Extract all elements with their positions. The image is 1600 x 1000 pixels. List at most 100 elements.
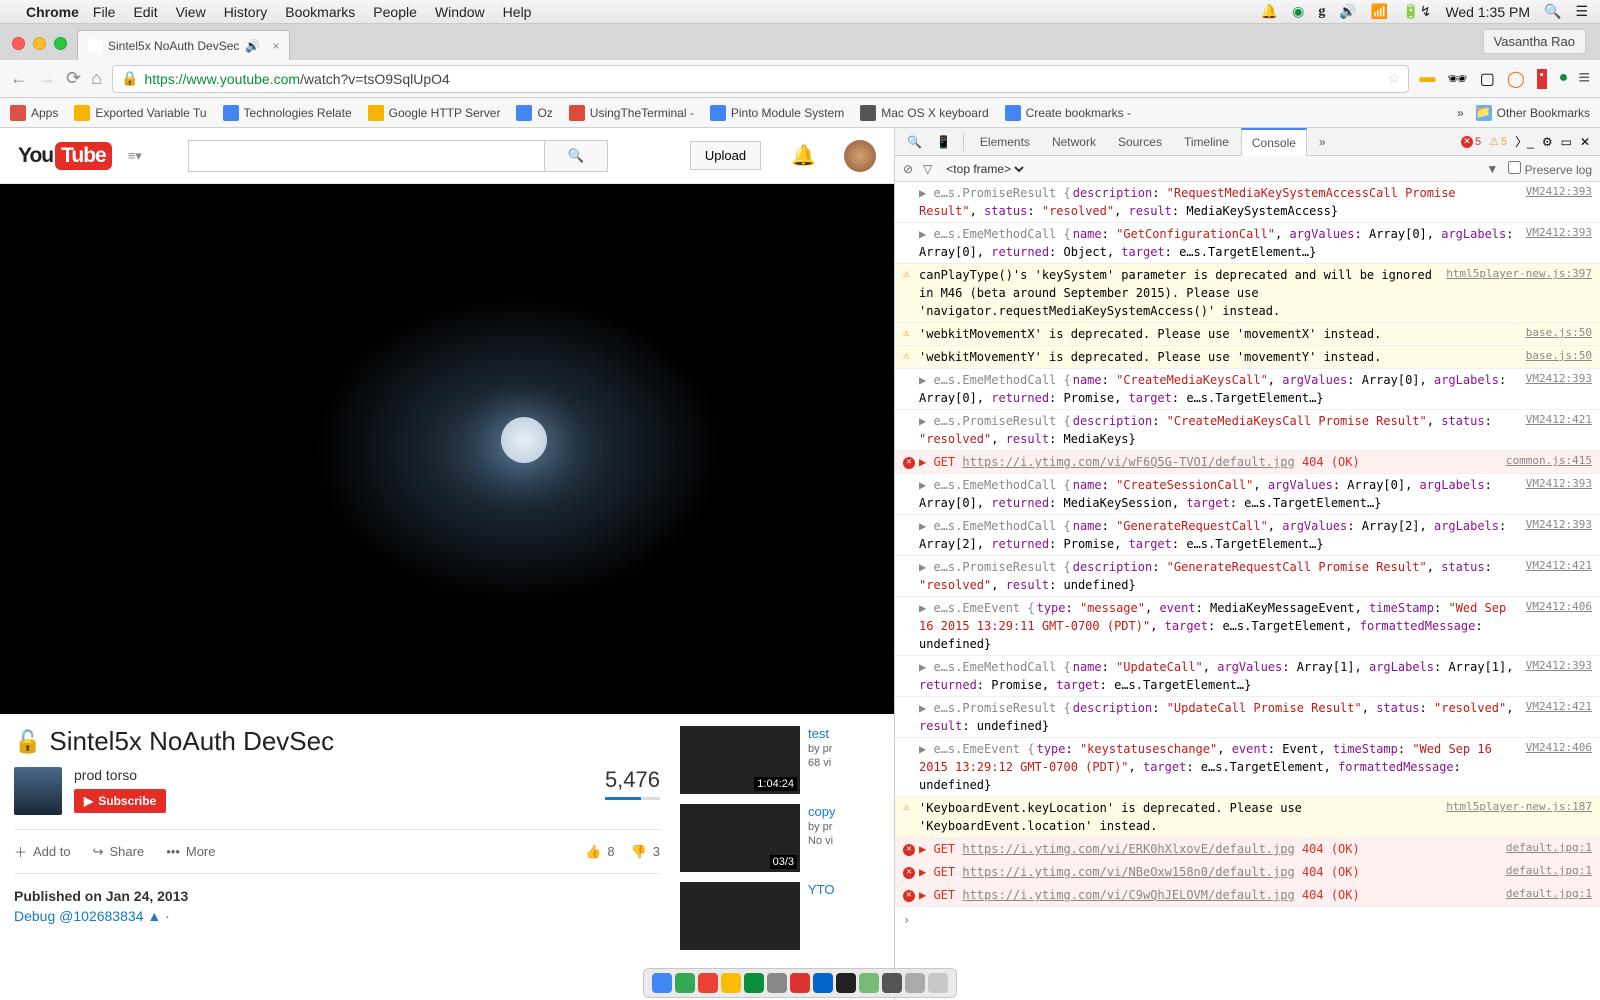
clear-console-icon[interactable]: ⊘	[903, 162, 913, 176]
tab-sources[interactable]: Sources	[1108, 129, 1172, 155]
guide-icon[interactable]: ≡▾	[128, 148, 142, 164]
menu-history[interactable]: History	[224, 4, 268, 20]
console-row[interactable]: ▶ e…s.PromiseResult {description: "Gener…	[895, 556, 1600, 597]
menu-window[interactable]: Window	[435, 4, 485, 20]
dock-app[interactable]	[905, 973, 925, 993]
wifi-icon[interactable]: 📶	[1371, 3, 1388, 20]
clock[interactable]: Wed 1:35 PM	[1445, 4, 1530, 20]
source-link[interactable]: default.jpg:1	[1506, 840, 1592, 857]
tab-audio-icon[interactable]: 🔊	[245, 39, 260, 53]
source-link[interactable]: VM2412:421	[1526, 699, 1592, 716]
console-row[interactable]: ▶ e…s.EmeMethodCall {name: "CreateMediaK…	[895, 369, 1600, 410]
tab-close-icon[interactable]: ×	[272, 39, 279, 53]
bookmark-item[interactable]: Google HTTP Server	[368, 105, 501, 121]
tab-console[interactable]: Console	[1241, 128, 1307, 156]
menu-edit[interactable]: Edit	[133, 4, 157, 20]
dock-app[interactable]	[652, 973, 672, 993]
settings-icon[interactable]: ⚙	[1542, 135, 1553, 149]
console-row[interactable]: ⚠'KeyboardEvent.keyLocation' is deprecat…	[895, 797, 1600, 838]
close-window-icon[interactable]	[12, 37, 25, 50]
source-link[interactable]: html5player-new.js:397	[1446, 266, 1592, 283]
source-link[interactable]: VM2412:393	[1526, 371, 1592, 388]
hamburger-icon[interactable]: ≡	[1578, 67, 1590, 90]
error-count[interactable]: ✕5	[1461, 136, 1481, 148]
console-row[interactable]: ✕▶ GET https://i.ytimg.com/vi/ERK0hXlxov…	[895, 838, 1600, 861]
tab-overflow[interactable]: »	[1309, 129, 1336, 155]
console-prompt[interactable]: ›	[895, 907, 1600, 933]
close-devtools-icon[interactable]: ✕	[1580, 135, 1590, 149]
console-row[interactable]: ▶ e…s.EmeEvent {type: "message", event: …	[895, 597, 1600, 656]
console-row[interactable]: ▶ e…s.EmeMethodCall {name: "GenerateRequ…	[895, 515, 1600, 556]
bookmark-item[interactable]: Mac OS X keyboard	[860, 105, 988, 121]
cast-icon[interactable]: ▢	[1480, 69, 1495, 89]
tab-elements[interactable]: Elements	[970, 129, 1040, 155]
bookmark-item[interactable]: Apps	[10, 105, 58, 121]
menu-view[interactable]: View	[176, 4, 206, 20]
console-row[interactable]: ▶ e…s.PromiseResult {description: "Updat…	[895, 697, 1600, 738]
dock-app[interactable]	[859, 973, 879, 993]
frame-selector[interactable]: <top frame>	[942, 161, 1027, 177]
dropdown-icon[interactable]: ▼	[1486, 162, 1498, 176]
dislike-button[interactable]: 👎3	[631, 844, 660, 860]
dock-icon[interactable]: ▭	[1561, 135, 1572, 149]
more-button[interactable]: •••More	[166, 844, 215, 859]
dock-app[interactable]	[675, 973, 695, 993]
menu-file[interactable]: File	[93, 4, 116, 20]
inspect-icon[interactable]: 🔍	[901, 131, 928, 153]
source-link[interactable]: base.js:50	[1526, 325, 1592, 342]
dock[interactable]	[643, 968, 957, 998]
yt-search-button[interactable]: 🔍	[544, 140, 608, 172]
status-icon[interactable]: ◉	[1292, 3, 1304, 20]
menu-people[interactable]: People	[373, 4, 417, 20]
reload-icon[interactable]: ⟳	[66, 68, 81, 89]
source-link[interactable]: VM2412:406	[1526, 599, 1592, 616]
console-row[interactable]: ⚠'webkitMovementX' is deprecated. Please…	[895, 323, 1600, 346]
dock-app[interactable]	[721, 973, 741, 993]
console-row[interactable]: ▶ e…s.EmeEvent {type: "keystatuseschange…	[895, 738, 1600, 797]
dock-app[interactable]	[767, 973, 787, 993]
home-icon[interactable]: ⌂	[91, 68, 102, 89]
list-icon[interactable]: ☰	[1575, 3, 1588, 20]
console-row[interactable]: ▶ e…s.EmeMethodCall {name: "CreateSessio…	[895, 474, 1600, 515]
source-link[interactable]: VM2412:393	[1526, 658, 1592, 675]
dock-app[interactable]	[790, 973, 810, 993]
dock-app[interactable]	[836, 973, 856, 993]
console-row[interactable]: ▶ e…s.PromiseResult {description: "Creat…	[895, 410, 1600, 451]
addto-button[interactable]: ＋Add to	[14, 842, 71, 861]
like-button[interactable]: 👍8	[585, 844, 614, 860]
console-row[interactable]: ▶ e…s.PromiseResult {description: "Reque…	[895, 182, 1600, 223]
ext-icon-2[interactable]: 🕶	[1447, 69, 1467, 89]
other-bookmarks[interactable]: 📁 Other Bookmarks	[1476, 105, 1590, 121]
dock-app[interactable]	[698, 973, 718, 993]
source-link[interactable]: default.jpg:1	[1506, 886, 1592, 903]
suggestion[interactable]: YTO	[680, 882, 880, 950]
bell-icon[interactable]: 🔔	[791, 143, 816, 168]
bookmark-item[interactable]: Oz	[516, 105, 552, 121]
source-link[interactable]: base.js:50	[1526, 348, 1592, 365]
source-link[interactable]: html5player-new.js:187	[1446, 799, 1592, 816]
chrome-user[interactable]: Vasantha Rao	[1483, 29, 1586, 54]
suggestion[interactable]: 1:04:24testby pr68 vi	[680, 726, 880, 794]
share-button[interactable]: ↪Share	[93, 844, 145, 860]
preserve-log[interactable]: Preserve log	[1508, 161, 1592, 177]
source-link[interactable]: VM2412:393	[1526, 476, 1592, 493]
ext-icon-4[interactable]: ▪	[1537, 69, 1547, 89]
menu-bookmarks[interactable]: Bookmarks	[285, 4, 355, 20]
tab-network[interactable]: Network	[1042, 129, 1106, 155]
bookmark-star-icon[interactable]: ☆	[1388, 70, 1401, 87]
console-row[interactable]: ✕▶ GET https://i.ytimg.com/vi/NBeOxw158n…	[895, 861, 1600, 884]
video-player[interactable]	[0, 184, 894, 714]
google-icon[interactable]: g	[1318, 4, 1325, 20]
back-icon[interactable]: ←	[10, 68, 28, 89]
source-link[interactable]: VM2412:393	[1526, 225, 1592, 242]
bookmarks-overflow-icon[interactable]: »	[1457, 106, 1464, 120]
spotlight-icon[interactable]: 🔍	[1544, 3, 1561, 20]
debug-line[interactable]: Debug @102683834 ▲ ·	[14, 908, 660, 924]
bookmark-item[interactable]: Create bookmarks -	[1005, 105, 1131, 121]
ext-icon-5[interactable]: ●	[1559, 69, 1569, 89]
source-link[interactable]: common.js:415	[1506, 453, 1592, 470]
subscribe-button[interactable]: ▶ Subscribe	[74, 789, 166, 813]
dock-app[interactable]	[882, 973, 902, 993]
source-link[interactable]: default.jpg:1	[1506, 863, 1592, 880]
device-icon[interactable]: 📱	[930, 131, 957, 153]
